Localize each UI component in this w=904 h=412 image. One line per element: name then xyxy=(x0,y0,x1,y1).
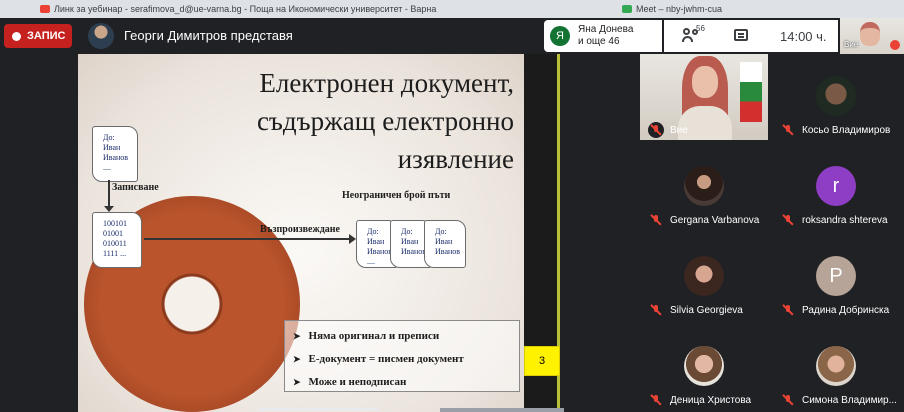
participant-tile[interactable]: Симона Владимир... xyxy=(772,324,900,410)
participant-name: Silvia Georgieva xyxy=(670,305,743,316)
mic-off-icon xyxy=(780,392,796,408)
participant-name: roksandra shtereva xyxy=(802,215,888,226)
paper-note-original: До: Иван Иванов .... xyxy=(92,126,138,182)
meeting-controls: 56 14:00 ч. xyxy=(664,20,838,52)
presentation-stage: Електронен документ, съдържащ електронно… xyxy=(0,54,640,412)
record-dot-icon xyxy=(12,31,21,41)
participant-name: Косьо Владимиров xyxy=(802,125,891,136)
stage-scroll-indicator xyxy=(258,408,378,411)
slide-title: Електронен документ, съдържащ електронно… xyxy=(184,64,514,178)
avatar: P xyxy=(816,256,856,296)
attendee-name: Яна Донева xyxy=(578,24,634,35)
avatar xyxy=(816,76,856,116)
participant-name: Gergana Varbanova xyxy=(670,215,760,226)
self-view-thumbnail[interactable]: Вие xyxy=(840,18,904,54)
participant-tile[interactable]: Gergana Varbanova xyxy=(640,144,768,230)
stage-scrollbar[interactable] xyxy=(440,408,564,412)
participant-tile-self[interactable]: Вие xyxy=(640,54,768,140)
presentation-slide: Електронен документ, съдържащ електронно… xyxy=(78,54,524,412)
attendee-avatar: Я xyxy=(550,26,570,46)
participant-tile[interactable]: P Радина Добринска xyxy=(772,234,900,320)
participant-name: Вие xyxy=(670,125,688,136)
browser-tab-strip: Линк за уебинар - serafimova_d@ue-varna.… xyxy=(0,0,904,18)
label-reproduce: Възпроизвеждане xyxy=(260,224,340,235)
avatar xyxy=(684,256,724,296)
participants-count: 56 xyxy=(696,24,705,33)
bullet-item: Няма оригинал и преписи xyxy=(293,325,511,348)
presenter-avatar xyxy=(88,23,114,49)
mic-off-icon xyxy=(648,302,664,318)
participant-tile[interactable]: Silvia Georgieva xyxy=(640,234,768,320)
meet-top-bar: ЗАПИС Георги Димитров представя Я Яна До… xyxy=(0,18,904,54)
meet-icon xyxy=(622,5,632,13)
mic-off-icon xyxy=(648,212,664,228)
avatar xyxy=(684,346,724,386)
label-unlimited: Неограничен брой пъти xyxy=(342,190,451,201)
slide-bullet-list: Няма оригинал и преписи Е-документ = пис… xyxy=(284,320,520,392)
arrow-right-icon xyxy=(144,234,356,244)
arrow-down-icon xyxy=(104,180,114,212)
slide-title-line: изявление xyxy=(397,144,514,174)
presenter-label: Георги Димитров представя xyxy=(124,28,293,43)
mic-off-icon xyxy=(890,40,900,50)
bullet-item: Е-документ = писмен документ xyxy=(293,348,511,371)
browser-tab-gmail[interactable]: Линк за уебинар - serafimova_d@ue-varna.… xyxy=(40,0,436,18)
slide-title-line: съдържащ електронно xyxy=(256,106,514,136)
recording-indicator[interactable]: ЗАПИС xyxy=(4,24,72,48)
participant-tile[interactable]: Деница Христова xyxy=(640,324,768,410)
record-label: ЗАПИС xyxy=(27,30,66,42)
avatar xyxy=(684,166,724,206)
mic-off-icon xyxy=(648,122,664,138)
self-label: Вие xyxy=(844,40,859,49)
participant-tile[interactable]: Косьо Владимиров xyxy=(772,54,900,140)
mic-off-icon xyxy=(648,392,664,408)
avatar xyxy=(692,66,718,98)
tab-title: Линк за уебинар - serafimova_d@ue-varna.… xyxy=(54,4,437,14)
avatar: r xyxy=(816,166,856,206)
attendees-summary[interactable]: Я Яна Донева и още 46 xyxy=(544,20,662,52)
browser-tab-meet[interactable]: Meet – nby-jwhm-cua xyxy=(622,0,722,18)
mic-off-icon xyxy=(780,122,796,138)
chat-icon[interactable] xyxy=(734,29,748,41)
attendee-more: и още 46 xyxy=(578,36,620,47)
bullet-item: Може и неподписан xyxy=(293,371,511,394)
label-record: Записване xyxy=(112,182,159,193)
slide-page-number: 3 xyxy=(524,346,560,376)
paper-note-binary: 100101 01001 010011 1111 ... xyxy=(92,212,142,268)
avatar xyxy=(816,346,856,386)
mic-off-icon xyxy=(780,302,796,318)
participant-name: Симона Владимир... xyxy=(802,395,897,406)
paper-note-copy: До: Иван Иванов xyxy=(424,220,466,268)
avatar xyxy=(860,22,880,46)
participant-grid: Вие Косьо Владимиров Gergana Varbanova r… xyxy=(640,54,904,412)
mic-off-icon xyxy=(780,212,796,228)
slide-title-line: Електронен документ, xyxy=(259,68,514,98)
participant-name: Деница Христова xyxy=(670,395,752,406)
tab-title: Meet – nby-jwhm-cua xyxy=(636,4,723,14)
flag-icon xyxy=(740,62,762,122)
gmail-icon xyxy=(40,5,50,13)
participant-name: Радина Добринска xyxy=(802,305,890,316)
participant-tile[interactable]: r roksandra shtereva xyxy=(772,144,900,230)
meeting-time: 14:00 ч. xyxy=(780,29,827,44)
